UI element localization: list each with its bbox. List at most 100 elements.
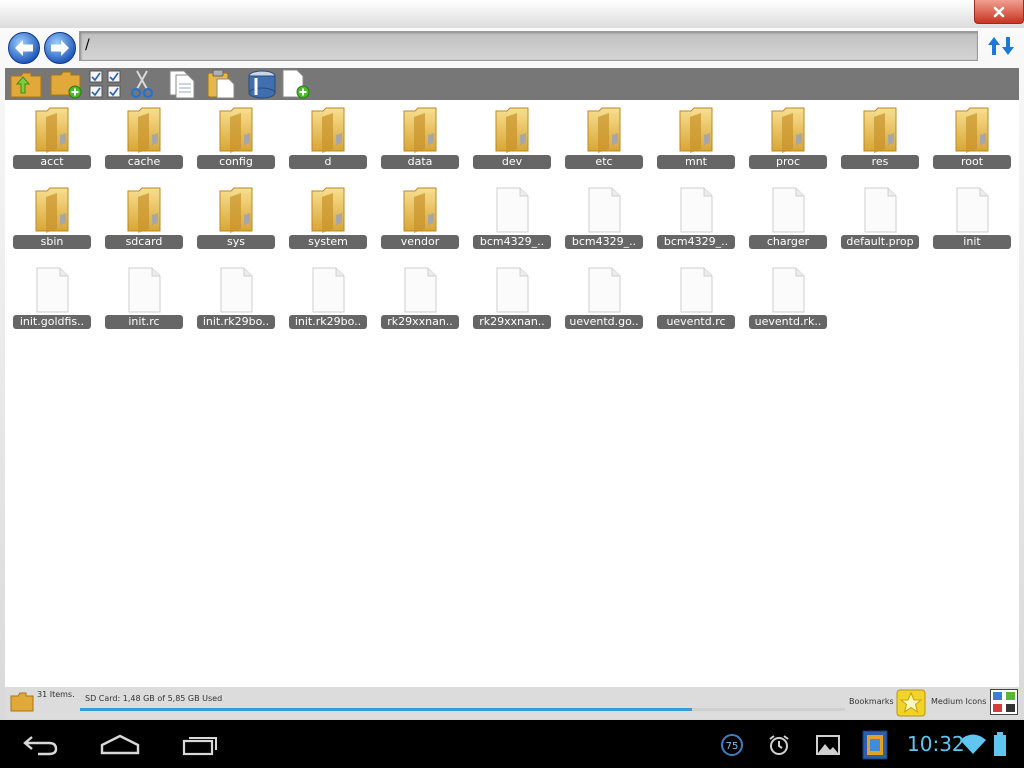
item-label: root bbox=[933, 155, 1011, 169]
file-item[interactable]: init bbox=[933, 184, 1011, 250]
back-nav-button[interactable] bbox=[22, 732, 60, 762]
item-label: ueventd.rc bbox=[657, 315, 735, 329]
multi-select-button[interactable] bbox=[89, 69, 121, 99]
item-label: system bbox=[289, 235, 367, 249]
file-icon bbox=[401, 267, 439, 313]
arrow-left-icon bbox=[8, 32, 40, 64]
folder-item[interactable]: dev bbox=[473, 104, 551, 170]
file-item[interactable]: ueventd.go.. bbox=[565, 264, 643, 330]
up-folder-button[interactable] bbox=[9, 69, 42, 99]
folder-item[interactable]: system bbox=[289, 184, 367, 250]
close-button[interactable] bbox=[974, 0, 1024, 24]
forward-button[interactable] bbox=[43, 31, 77, 65]
folder-icon bbox=[493, 107, 531, 153]
folder-item[interactable]: sys bbox=[197, 184, 275, 250]
folder-item[interactable]: root bbox=[933, 104, 1011, 170]
toolbar bbox=[5, 68, 1019, 100]
file-icon bbox=[677, 267, 715, 313]
path-field[interactable]: / bbox=[79, 31, 978, 61]
multi-select-icon bbox=[89, 70, 121, 98]
back-button[interactable] bbox=[7, 31, 41, 65]
item-label: proc bbox=[749, 155, 827, 169]
cut-button[interactable] bbox=[127, 69, 159, 99]
item-label: data bbox=[381, 155, 459, 169]
refresh-arrows-icon bbox=[988, 37, 1014, 55]
folder-item[interactable]: data bbox=[381, 104, 459, 170]
folder-item[interactable]: d bbox=[289, 104, 367, 170]
item-label: charger bbox=[749, 235, 827, 249]
item-label: etc bbox=[565, 155, 643, 169]
folder-item[interactable]: acct bbox=[13, 104, 91, 170]
path-text: / bbox=[85, 37, 90, 53]
item-label: init.goldfis.. bbox=[13, 315, 91, 329]
folder-item[interactable]: proc bbox=[749, 104, 827, 170]
file-icon bbox=[861, 187, 899, 233]
view-mode-button[interactable] bbox=[990, 689, 1018, 715]
title-bar bbox=[0, 0, 1024, 28]
zip-button[interactable] bbox=[245, 69, 277, 99]
clock[interactable]: 10:32 bbox=[907, 732, 965, 756]
folder-item[interactable]: mnt bbox=[657, 104, 735, 170]
bookmarks-button[interactable] bbox=[896, 689, 926, 717]
copy-button[interactable] bbox=[167, 69, 199, 99]
folder-icon bbox=[217, 107, 255, 153]
file-item[interactable]: init.goldfis.. bbox=[13, 264, 91, 330]
folder-icon bbox=[33, 187, 71, 233]
item-label: init.rc bbox=[105, 315, 183, 329]
item-label: bcm4329_.. bbox=[565, 235, 643, 249]
file-item[interactable]: charger bbox=[749, 184, 827, 250]
folder-icon bbox=[585, 107, 623, 153]
item-label: config bbox=[197, 155, 275, 169]
new-folder-button[interactable] bbox=[50, 69, 82, 99]
file-item[interactable]: default.prop bbox=[841, 184, 919, 250]
file-item[interactable]: rk29xxnan.. bbox=[473, 264, 551, 330]
view-mode-icon bbox=[990, 689, 1018, 715]
item-label: vendor bbox=[381, 235, 459, 249]
folder-item[interactable]: res bbox=[841, 104, 919, 170]
folder-icon bbox=[10, 692, 34, 712]
sd-card-usage-text: SD Card: 1,48 GB of 5,85 GB Used bbox=[85, 694, 223, 703]
cut-icon bbox=[130, 70, 154, 99]
battery-icon[interactable] bbox=[992, 731, 1008, 761]
folder-icon bbox=[33, 107, 71, 153]
new-folder-icon bbox=[50, 71, 82, 99]
home-nav-button[interactable] bbox=[100, 733, 140, 759]
status-bar: 31 Items. SD Card: 1,48 GB of 5,85 GB Us… bbox=[5, 687, 1019, 719]
folder-item[interactable]: sbin bbox=[13, 184, 91, 250]
file-item[interactable]: init.rk29bo.. bbox=[289, 264, 367, 330]
notification-counter[interactable]: 75 bbox=[720, 733, 744, 761]
folder-item[interactable]: vendor bbox=[381, 184, 459, 250]
paste-button[interactable] bbox=[205, 69, 237, 99]
file-item[interactable]: rk29xxnan.. bbox=[381, 264, 459, 330]
alarm-icon[interactable] bbox=[767, 733, 791, 761]
folder-icon bbox=[125, 107, 163, 153]
file-item[interactable]: init.rk29bo.. bbox=[197, 264, 275, 330]
gallery-icon[interactable] bbox=[816, 734, 840, 760]
home-nav-icon bbox=[100, 734, 140, 755]
item-label: bcm4329_.. bbox=[473, 235, 551, 249]
wifi-icon[interactable] bbox=[959, 732, 987, 760]
folder-item[interactable]: config bbox=[197, 104, 275, 170]
recent-apps-icon bbox=[182, 737, 217, 756]
bookmarks-label[interactable]: Bookmarks bbox=[849, 697, 894, 706]
file-item[interactable]: bcm4329_.. bbox=[565, 184, 643, 250]
folder-item[interactable]: cache bbox=[105, 104, 183, 170]
file-item[interactable]: bcm4329_.. bbox=[473, 184, 551, 250]
file-item[interactable]: bcm4329_.. bbox=[657, 184, 735, 250]
paste-icon bbox=[207, 69, 235, 99]
item-label: init.rk29bo.. bbox=[289, 315, 367, 329]
view-mode-label[interactable]: Medium Icons bbox=[931, 697, 986, 706]
file-item[interactable]: ueventd.rc bbox=[657, 264, 735, 330]
app-notification-icon[interactable] bbox=[861, 730, 889, 764]
new-file-button[interactable] bbox=[281, 69, 313, 99]
folder-item[interactable]: sdcard bbox=[105, 184, 183, 250]
refresh-button[interactable] bbox=[985, 34, 1017, 58]
item-label: dev bbox=[473, 155, 551, 169]
folder-icon bbox=[309, 107, 347, 153]
folder-icon bbox=[401, 107, 439, 153]
recent-apps-button[interactable] bbox=[182, 734, 220, 760]
file-item[interactable]: ueventd.rk.. bbox=[749, 264, 827, 330]
folder-item[interactable]: etc bbox=[565, 104, 643, 170]
file-item[interactable]: init.rc bbox=[105, 264, 183, 330]
folder-icon bbox=[217, 187, 255, 233]
